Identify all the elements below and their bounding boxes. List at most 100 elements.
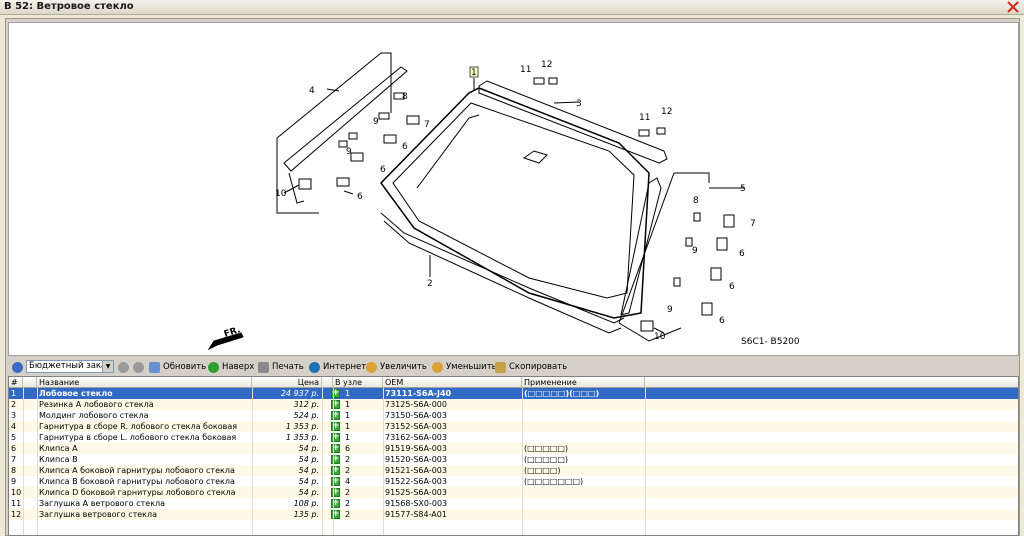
callout-9c[interactable]: 9 [692, 246, 698, 256]
row-oem: 73111-S6A-J40 [385, 389, 452, 398]
table-row[interactable]: 2 Резинка А лобового стекла 312 р. 1 73125-S… [9, 399, 1018, 410]
zoom-in-button[interactable]: Увеличить [366, 360, 427, 374]
table-row[interactable]: 1 Лобовое стекло 24 937 р. 1 73111-S6A-J40 (□… [9, 388, 1018, 399]
table-row[interactable]: 11 Заглушка А ветрового стекла 108 р. 2 9156… [9, 498, 1018, 509]
close-icon[interactable] [1006, 0, 1020, 14]
callout-1[interactable]: 1 [471, 68, 477, 78]
globe-icon [309, 361, 320, 373]
callout-11[interactable]: 11 [520, 65, 531, 75]
callout-10[interactable]: 10 [275, 189, 287, 199]
header-qty[interactable]: В узле [333, 377, 383, 388]
header-cart-icon [322, 377, 333, 388]
row-num: 3 [11, 411, 17, 420]
callout-9d[interactable]: 9 [667, 305, 673, 315]
row-num: 5 [11, 433, 17, 442]
table-row[interactable]: 7 Клипса В 54 р. 2 91520-S6A-003 (□□□□□) + [9, 454, 1018, 465]
table-row[interactable]: 5 Гарнитура в сборе L. лобового стекла бо… [9, 432, 1018, 443]
callout-7b[interactable]: 7 [750, 219, 756, 229]
row-num: 7 [11, 455, 17, 464]
callout-7[interactable]: 7 [424, 120, 430, 130]
callout-12b[interactable]: 12 [661, 107, 672, 117]
row-name: Заглушка А ветрового стекла [39, 499, 166, 508]
callout-6e[interactable]: 6 [729, 282, 735, 292]
row-application: (□□□□□) [524, 455, 569, 464]
callout-8[interactable]: 8 [402, 92, 408, 102]
callout-3[interactable]: 3 [576, 99, 582, 109]
up-button[interactable]: Наверх [208, 360, 254, 374]
callout-9[interactable]: 9 [373, 117, 379, 127]
row-qty: 2 [345, 488, 351, 497]
row-oem: 91577-S84-A01 [385, 510, 447, 519]
forward-button[interactable] [133, 360, 144, 374]
callout-6c[interactable]: 6 [380, 165, 386, 175]
callout-8b[interactable]: 8 [693, 196, 699, 206]
callout-2[interactable]: 2 [427, 279, 433, 289]
row-name: Клипса В боковой гарнитуры лобового стек… [39, 477, 235, 486]
row-qty: 2 [345, 499, 351, 508]
grid-line [383, 388, 384, 535]
callout-9b[interactable]: 9 [346, 147, 352, 157]
row-oem: 91568-SX0-003 [385, 499, 448, 508]
help-button[interactable] [12, 360, 23, 374]
row-name: Гарнитура в сборе R. лобового стекла бок… [39, 422, 238, 431]
row-price: 1 353 р. [285, 422, 319, 431]
toolbar: Бюджетный зака ▼ Обновить Наверх Печать … [8, 359, 1019, 375]
row-oem: 73162-S6A-003 [385, 433, 447, 442]
row-price: 54 р. [298, 466, 319, 475]
row-oem: 91521-S6A-003 [385, 466, 447, 475]
header-num[interactable]: # [9, 377, 23, 388]
back-button[interactable] [118, 360, 129, 374]
row-qty: 1 [345, 411, 351, 420]
header-price[interactable]: Цена [252, 377, 322, 388]
callout-4[interactable]: 4 [309, 86, 315, 96]
copy-button[interactable]: Скопировать [495, 360, 567, 374]
print-button[interactable]: Печать [258, 360, 304, 374]
callout-5[interactable]: 5 [740, 184, 746, 194]
row-num: 6 [11, 444, 17, 453]
row-name: Заглушка ветрового стекла [39, 510, 158, 519]
row-num: 10 [11, 488, 22, 497]
table-row[interactable]: 10 Клипса D боковой гарнитуры лобового ст… [9, 487, 1018, 498]
row-num: 2 [11, 400, 17, 409]
chevron-down-icon[interactable]: ▼ [102, 361, 113, 372]
callout-6f[interactable]: 6 [719, 316, 725, 326]
price-list-select[interactable]: Бюджетный зака ▼ [26, 360, 114, 373]
header-oem[interactable]: OEM [383, 377, 522, 388]
table-row[interactable]: 6 Клипса А 54 р. 6 91519-S6A-003 (□□□□□) + [9, 443, 1018, 454]
row-application [522, 498, 645, 509]
header-name[interactable]: Название [37, 377, 252, 388]
row-price: 54 р. [298, 455, 319, 464]
printer-icon [258, 361, 269, 373]
row-oem: 91519-S6A-003 [385, 444, 447, 453]
callout-6[interactable]: 6 [402, 142, 408, 152]
table-row[interactable]: 4 Гарнитура в сборе R. лобового стекла бо… [9, 421, 1018, 432]
row-application: (□□□□) [524, 466, 561, 475]
row-qty: 6 [345, 444, 351, 453]
row-application [522, 421, 645, 432]
row-oem: 73152-S6A-003 [385, 422, 447, 431]
header-application[interactable]: Применение [522, 377, 645, 388]
internet-button[interactable]: Интернет [309, 360, 366, 374]
callout-6b[interactable]: 6 [357, 192, 363, 202]
row-qty: 1 [345, 422, 351, 431]
parts-diagram[interactable]: 1 2 3 4 5 6 7 8 9 10 11 12 6 9 6 11 12 7… [8, 22, 1019, 356]
table-row[interactable]: 3 Молдинг лобового стекла 524 р. 1 73150-S6A… [9, 410, 1018, 421]
callout-6d[interactable]: 6 [739, 249, 745, 259]
row-name: Клипса А [39, 444, 78, 453]
zoom-out-button[interactable]: Уменьшить [432, 360, 497, 374]
arrow-up-icon [208, 361, 219, 373]
table-row[interactable]: 8 Клипса А боковой гарнитуры лобового сте… [9, 465, 1018, 476]
table-row[interactable]: 12 Заглушка ветрового стекла 135 р. 2 91577-… [9, 509, 1018, 520]
row-name: Лобовое стекло [39, 389, 113, 398]
callout-12[interactable]: 12 [541, 60, 552, 70]
row-name: Молдинг лобового стекла [39, 411, 149, 420]
row-oem: 73150-S6A-003 [385, 411, 447, 420]
callout-10b[interactable]: 10 [654, 332, 666, 342]
callout-11b[interactable]: 11 [639, 113, 650, 123]
arrow-right-icon [133, 361, 144, 373]
grid-line [333, 388, 334, 535]
table-row[interactable]: 9 Клипса В боковой гарнитуры лобового сте… [9, 476, 1018, 487]
refresh-button[interactable]: Обновить [149, 360, 206, 374]
row-price: 108 р. [293, 499, 319, 508]
grid-line [37, 388, 38, 535]
